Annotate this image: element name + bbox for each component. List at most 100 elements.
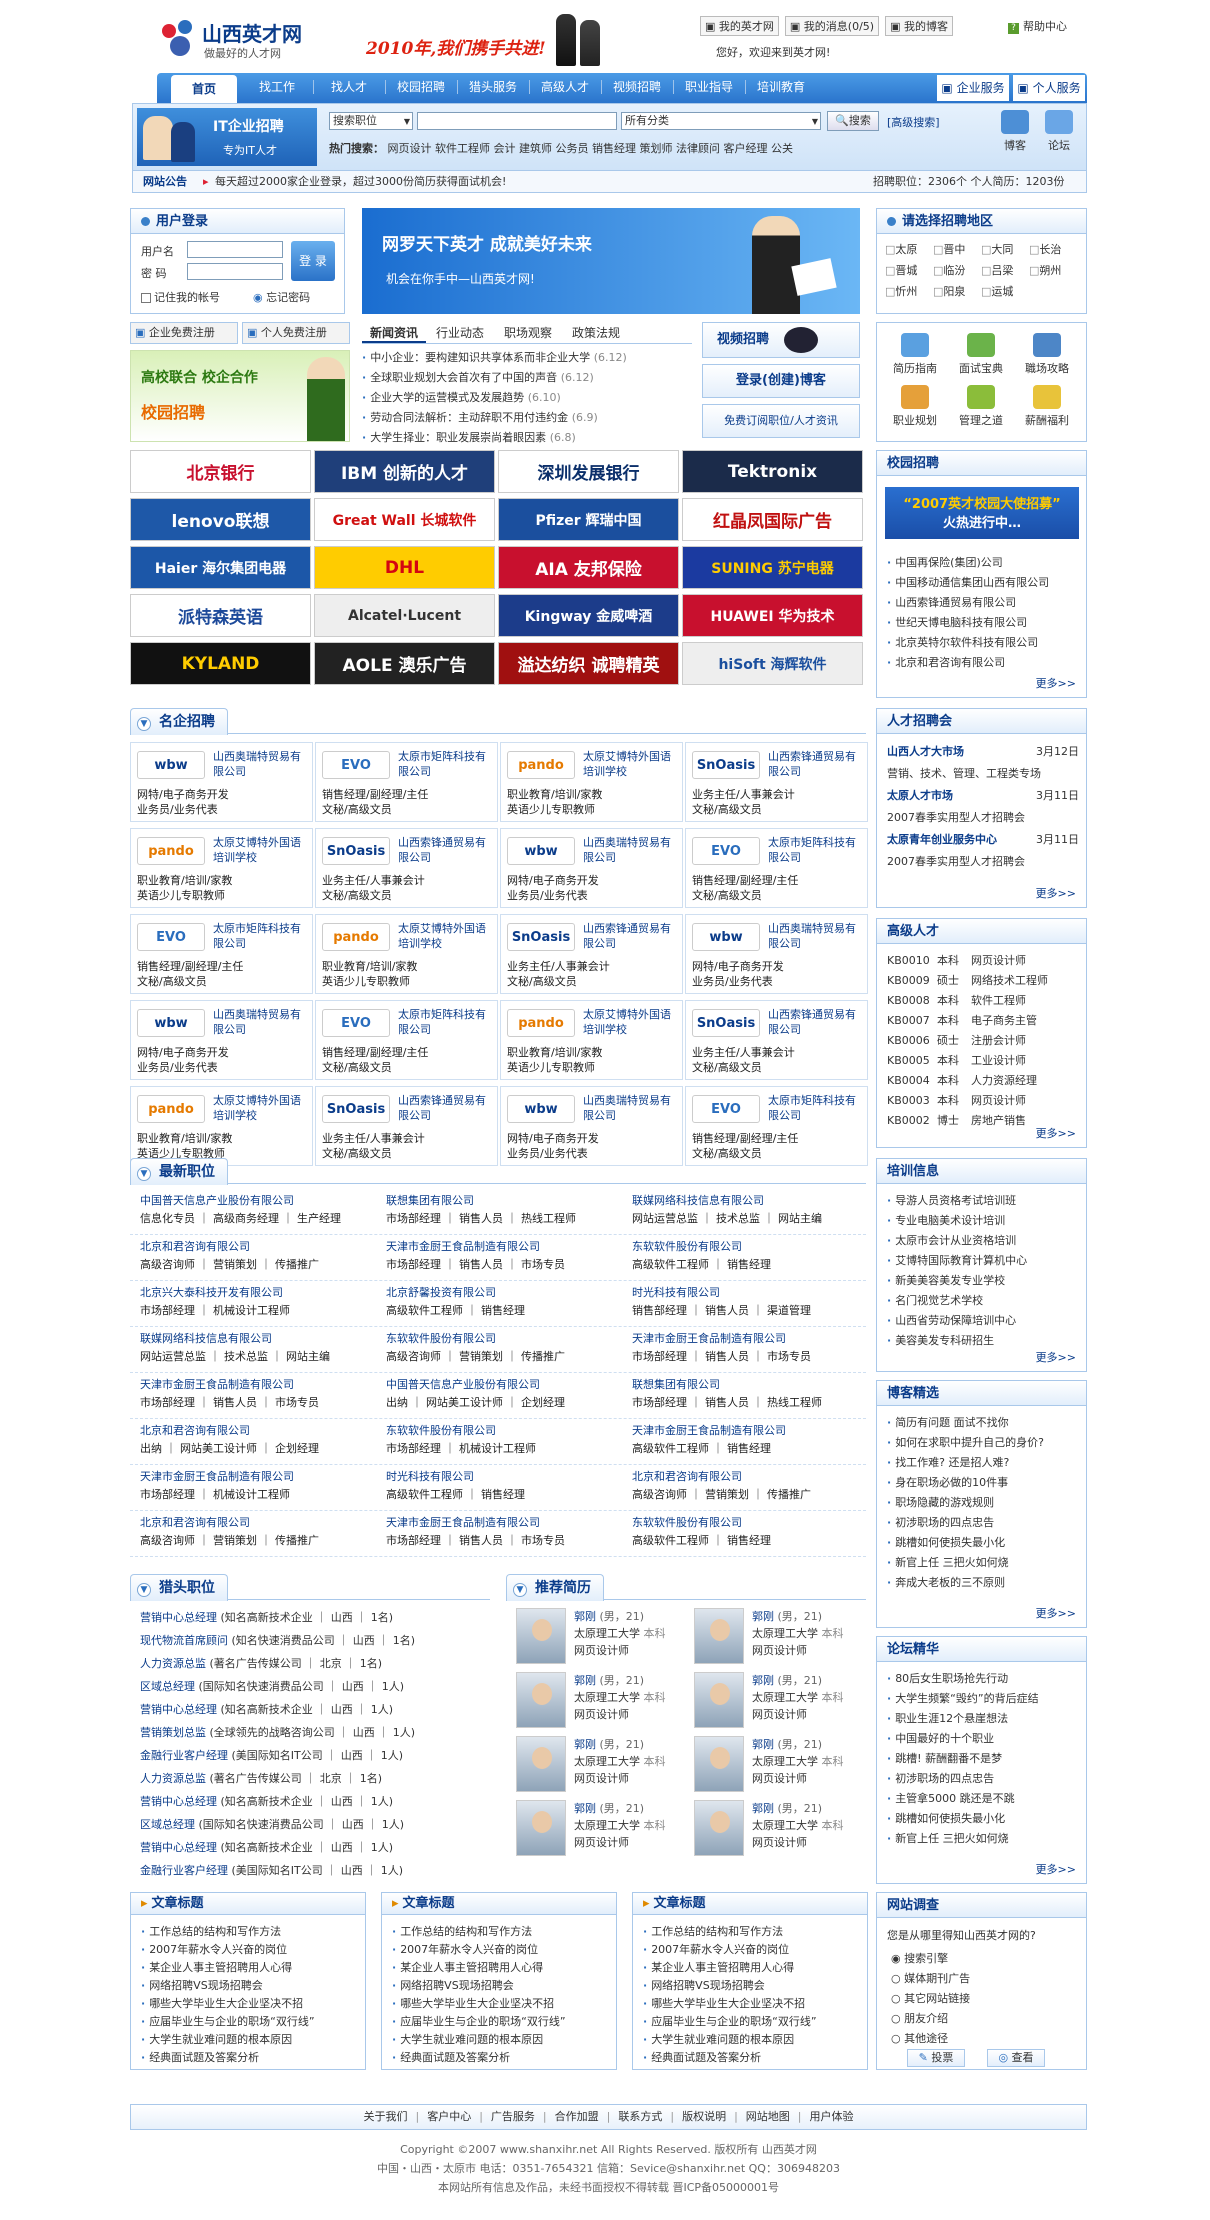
latest-job[interactable]: 北京和君咨询有限公司 高级咨询师 ｜ 营销策划 ｜ 传播推广 <box>140 1238 380 1278</box>
top-link-my-blog[interactable]: ▣ 我的博客 <box>885 16 953 36</box>
hot-keyword[interactable]: 网页设计 <box>388 142 432 155</box>
headhunt-item[interactable]: 营销中心总经理 (知名高新技术企业 ｜ 山西 ｜ 1人) <box>140 1836 480 1859</box>
footer-link[interactable]: 用户体验 <box>810 2110 854 2123</box>
training-item[interactable]: 山西省劳动保障培训中心 <box>887 1311 1079 1331</box>
hot-keyword[interactable]: 公关 <box>771 142 793 155</box>
region-item[interactable]: □运城 <box>981 283 1029 299</box>
training-item[interactable]: 艾博特国际教育计算机中心 <box>887 1251 1079 1271</box>
blog-item[interactable]: 新官上任 三把火如何烧 <box>887 1553 1079 1573</box>
nav-find-talent[interactable]: 找人才 <box>319 75 379 99</box>
headhunt-item[interactable]: 人力资源总监 (著名广告传媒公司 ｜ 北京 ｜ 1名) <box>140 1767 480 1790</box>
blog-item[interactable]: 职场隐藏的游戏规则 <box>887 1493 1079 1513</box>
company-card[interactable]: wbw 山西奥瑞特贸易有限公司 网特/电子商务开发 业务员/业务代表 <box>500 828 683 908</box>
company-logo[interactable]: DHL <box>314 546 495 589</box>
blog-item[interactable]: 简历有问题 面试不找你 <box>887 1413 1079 1433</box>
article-item[interactable]: 2007年薪水令人兴奋的岗位 <box>141 1941 361 1959</box>
forum-item[interactable]: 跳槽如何使损失最小化 <box>887 1809 1079 1829</box>
article-item[interactable]: 工作总结的结构和写作方法 <box>392 1923 612 1941</box>
company-card[interactable]: SnOasis 山西索锋通贸易有限公司 业务主任/人事兼会计 文秘/高级文员 <box>315 1086 498 1166</box>
top-link-my-messages[interactable]: ▣ 我的消息(0/5) <box>784 16 880 36</box>
training-item[interactable]: 导游人员资格考试培训班 <box>887 1191 1079 1211</box>
company-card[interactable]: pando 太原艾博特外国语培训学校 职业教育/培训/家教 英语少儿专职教师 <box>500 1000 683 1080</box>
hot-keyword[interactable]: 软件工程师 <box>435 142 490 155</box>
headhunt-item[interactable]: 金融行业客户经理 (美国际知名IT公司 ｜ 山西 ｜ 1人) <box>140 1744 480 1767</box>
region-item[interactable]: □晋中 <box>933 241 981 257</box>
video-recruit-button[interactable]: 视频招聘 <box>702 322 860 358</box>
hero-banner[interactable]: 网罗天下英才 成就美好未来 机会在你手中—山西英才网! <box>362 208 860 314</box>
company-logo[interactable]: 北京银行 <box>130 450 311 493</box>
nav-personal-service[interactable]: ▣ 个人服务 <box>1013 75 1085 101</box>
fair-item[interactable]: 山西人才大市场 3月12日 <box>887 741 1079 763</box>
training-item[interactable]: 新美美容美发专业学校 <box>887 1271 1079 1291</box>
advanced-search-link[interactable]: [高级搜索] <box>887 114 940 130</box>
survey-option[interactable]: ○ 其它网站链接 <box>891 1989 970 2009</box>
article-item[interactable]: 2007年薪水令人兴奋的岗位 <box>643 1941 863 1959</box>
company-card[interactable]: pando 太原艾博特外国语培训学校 职业教育/培训/家教 英语少儿专职教师 <box>130 1086 313 1166</box>
article-item[interactable]: 大学生就业难问题的根本原因 <box>141 2031 361 2049</box>
company-logo[interactable]: KYLAND <box>130 642 311 685</box>
senior-row[interactable]: KB0003 本科 网页设计师 <box>887 1091 1079 1111</box>
blog-item[interactable]: 如何在求职中提升自己的身价? <box>887 1433 1079 1453</box>
headhunt-item[interactable]: 人力资源总监 (著名广告传媒公司 ｜ 北京 ｜ 1名) <box>140 1652 480 1675</box>
news-item[interactable]: 大学生择业：职业发展崇尚着眼因素 (6.8) <box>362 428 692 448</box>
latest-job[interactable]: 东软软件股份有限公司 高级软件工程师 ｜ 销售经理 <box>632 1238 872 1278</box>
company-logo[interactable]: HUAWEI 华为技术 <box>682 594 863 637</box>
blog-item[interactable]: 奔成大老板的三不原则 <box>887 1573 1079 1593</box>
campus-ambassador-promo[interactable]: “2007英才校园大使招募” 火热进行中… <box>885 487 1079 539</box>
hot-keyword[interactable]: 策划师 <box>640 142 673 155</box>
search-button[interactable]: 🔍搜索 <box>827 111 879 131</box>
article-item[interactable]: 工作总结的结构和写作方法 <box>141 1923 361 1941</box>
hot-keyword[interactable]: 客户经理 <box>724 142 768 155</box>
company-register-button[interactable]: ▣ 企业免费注册 <box>130 322 238 344</box>
campus-item[interactable]: 北京英特尔软件科技有限公司 <box>887 633 1081 653</box>
footer-link[interactable]: 合作加盟 <box>555 2110 599 2123</box>
headhunt-item[interactable]: 区域总经理 (国际知名快速消费品公司 ｜ 山西 ｜ 1人) <box>140 1675 480 1698</box>
article-item[interactable]: 某企业人事主管招聘用人心得 <box>141 1959 361 1977</box>
headhunt-item[interactable]: 营销中心总经理 (知名高新技术企业 ｜ 山西 ｜ 1人) <box>140 1698 480 1721</box>
company-card[interactable]: pando 太原艾博特外国语培训学校 职业教育/培训/家教 英语少儿专职教师 <box>130 828 313 908</box>
subscribe-button[interactable]: 免费订阅职位/人才资讯 <box>702 404 860 438</box>
article-item[interactable]: 哪些大学毕业生大企业坚决不招 <box>392 1995 612 2013</box>
latest-job[interactable]: 联想集团有限公司 市场部经理 ｜ 销售人员 ｜ 热线工程师 <box>632 1376 872 1416</box>
training-item[interactable]: 名门视觉艺术学校 <box>887 1291 1079 1311</box>
top-link-my-yingcai[interactable]: ▣ 我的英才网 <box>700 16 779 36</box>
resume-card[interactable]: 郭刚 (男，21) 太原理工大学 本科 网页设计师 <box>516 1800 681 1860</box>
campus-item[interactable]: 世纪天博电脑科技有限公司 <box>887 613 1081 633</box>
headhunt-item[interactable]: 营销策划总监 (全球领先的战略咨询公司 ｜ 山西 ｜ 1人) <box>140 1721 480 1744</box>
company-card[interactable]: SnOasis 山西索锋通贸易有限公司 业务主任/人事兼会计 文秘/高级文员 <box>315 828 498 908</box>
tab-workplace[interactable]: 职场观察 <box>494 322 562 343</box>
article-item[interactable]: 应届毕业生与企业的职场“双行线” <box>643 2013 863 2031</box>
latest-job[interactable]: 联想集团有限公司 市场部经理 ｜ 销售人员 ｜ 热线工程师 <box>386 1192 626 1232</box>
senior-row[interactable]: KB0007 本科 电子商务主管 <box>887 1011 1079 1031</box>
blog-shortcut[interactable]: 博客 <box>995 110 1035 153</box>
latest-job[interactable]: 东软软件股份有限公司 市场部经理 ｜ 机械设计工程师 <box>386 1422 626 1462</box>
article-item[interactable]: 网络招聘VS现场招聘会 <box>141 1977 361 1995</box>
article-item[interactable]: 经典面试题及答案分析 <box>141 2049 361 2067</box>
hot-keyword[interactable]: 会计 <box>494 142 516 155</box>
region-item[interactable]: □朔州 <box>1029 262 1077 278</box>
region-item[interactable]: □大同 <box>981 241 1029 257</box>
company-logo[interactable]: SUNING 苏宁电器 <box>682 546 863 589</box>
more-link[interactable]: 更多>> <box>1036 1125 1076 1141</box>
resume-card[interactable]: 郭刚 (男，21) 太原理工大学 本科 网页设计师 <box>694 1736 859 1796</box>
company-logo[interactable]: 深圳发展银行 <box>498 450 679 493</box>
blog-item[interactable]: 找工作难? 还是招人难? <box>887 1453 1079 1473</box>
training-item[interactable]: 太原市会计从业资格培训 <box>887 1231 1079 1251</box>
nav-company-service[interactable]: ▣ 企业服务 <box>937 75 1009 101</box>
company-logo[interactable]: hiSoft 海辉软件 <box>682 642 863 685</box>
vote-button[interactable]: ✎ 投票 <box>907 2049 965 2067</box>
campus-item[interactable]: 北京和君咨询有限公司 <box>887 653 1081 673</box>
login-button[interactable]: 登 录 <box>291 241 335 281</box>
more-link[interactable]: 更多>> <box>1036 1349 1076 1365</box>
tool-management[interactable]: 管理之道 <box>953 385 1009 428</box>
latest-job[interactable]: 天津市金厨王食品制造有限公司 高级软件工程师 ｜ 销售经理 <box>632 1422 872 1462</box>
company-logo[interactable]: 派特森英语 <box>130 594 311 637</box>
survey-option[interactable]: ○ 其他途径 <box>891 2029 970 2049</box>
resume-card[interactable]: 郭刚 (男，21) 太原理工大学 本科 网页设计师 <box>516 1672 681 1732</box>
forum-item[interactable]: 中国最好的十个职业 <box>887 1729 1079 1749</box>
senior-row[interactable]: KB0010 本科 网页设计师 <box>887 951 1079 971</box>
blog-login-button[interactable]: 登录(创建)博客 <box>702 364 860 398</box>
nav-career[interactable]: 职业指导 <box>679 75 739 99</box>
fair-item[interactable]: 太原青年创业服务中心 3月11日 <box>887 829 1079 851</box>
latest-job[interactable]: 东软软件股份有限公司 高级软件工程师 ｜ 销售经理 <box>632 1514 872 1554</box>
